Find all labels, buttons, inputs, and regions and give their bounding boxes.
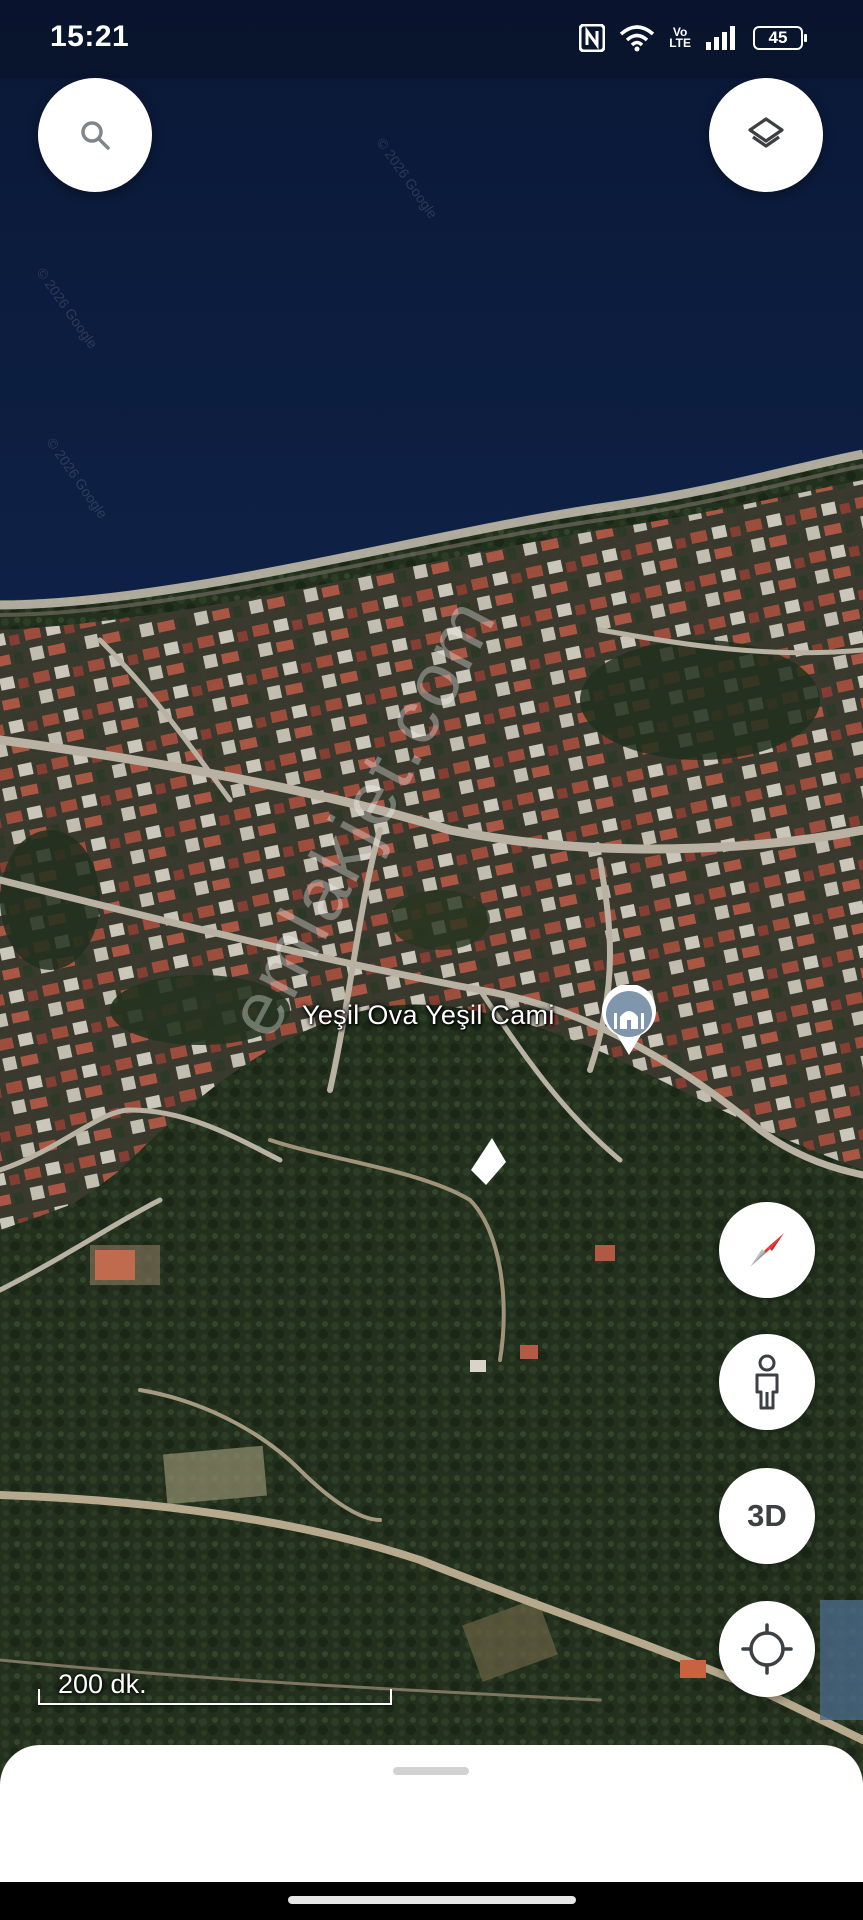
battery-level: 45 xyxy=(768,28,788,47)
compass-button[interactable] xyxy=(719,1202,815,1298)
search-button[interactable] xyxy=(38,78,152,192)
sheet-drag-handle[interactable] xyxy=(393,1767,469,1775)
bottom-sheet[interactable] xyxy=(0,1745,863,1885)
volte-bottom: LTE xyxy=(669,36,691,50)
mosque-icon[interactable] xyxy=(600,983,658,1062)
wifi-icon xyxy=(619,24,655,52)
pegman-icon xyxy=(755,1354,779,1410)
scale-line xyxy=(38,1689,392,1705)
3d-button[interactable]: 3D xyxy=(719,1468,815,1564)
home-gesture-pill[interactable] xyxy=(288,1896,576,1904)
navigation-bar xyxy=(0,1882,863,1920)
status-bar: 15:21 Vo LTE 45 xyxy=(0,0,863,78)
battery-icon: 45 xyxy=(753,26,807,50)
place-label[interactable]: Yeşil Ova Yeşil Cami xyxy=(302,1000,555,1031)
layers-icon xyxy=(748,117,784,148)
search-icon xyxy=(81,121,110,150)
crosshair-icon xyxy=(741,1623,793,1675)
scale-bar: 200 dk. xyxy=(38,1665,392,1705)
compass-icon xyxy=(750,1233,784,1267)
status-time: 15:21 xyxy=(50,20,130,53)
nfc-icon xyxy=(579,24,606,52)
street-view-button[interactable] xyxy=(719,1334,815,1430)
volte-icon: Vo LTE xyxy=(669,26,691,50)
layers-button[interactable] xyxy=(709,78,823,192)
my-location-button[interactable] xyxy=(719,1601,815,1697)
signal-icon xyxy=(705,25,739,51)
